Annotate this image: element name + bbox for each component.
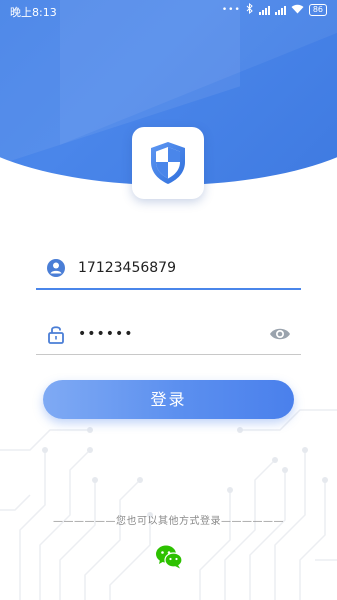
user-icon xyxy=(47,259,65,277)
app-logo xyxy=(132,127,204,199)
phone-input[interactable] xyxy=(78,254,258,282)
login-button[interactable]: 登录 xyxy=(43,380,294,419)
bluetooth-icon xyxy=(246,2,254,17)
battery-indicator: 86 xyxy=(308,4,327,16)
signal-icon-2 xyxy=(274,5,286,15)
alt-login-label: ——————您也可以其他方式登录—————— xyxy=(53,516,284,527)
notification-dots: ••• xyxy=(221,5,241,15)
signal-icon xyxy=(258,5,270,15)
lock-icon xyxy=(48,326,64,344)
login-screen: 晚上8:13 ••• 86 17123456879 •••••• 登录 ————… xyxy=(0,0,337,600)
status-time: 晚上8:13 xyxy=(10,6,57,19)
shield-icon xyxy=(151,142,185,184)
phone-field[interactable] xyxy=(36,250,301,290)
wechat-icon[interactable] xyxy=(154,542,184,572)
status-bar: 晚上8:13 ••• 86 xyxy=(0,0,337,22)
password-field[interactable] xyxy=(36,316,301,355)
password-input[interactable] xyxy=(78,320,258,348)
status-icons: ••• 86 xyxy=(221,2,327,17)
wifi-icon xyxy=(291,4,304,17)
eye-icon[interactable] xyxy=(269,325,291,343)
